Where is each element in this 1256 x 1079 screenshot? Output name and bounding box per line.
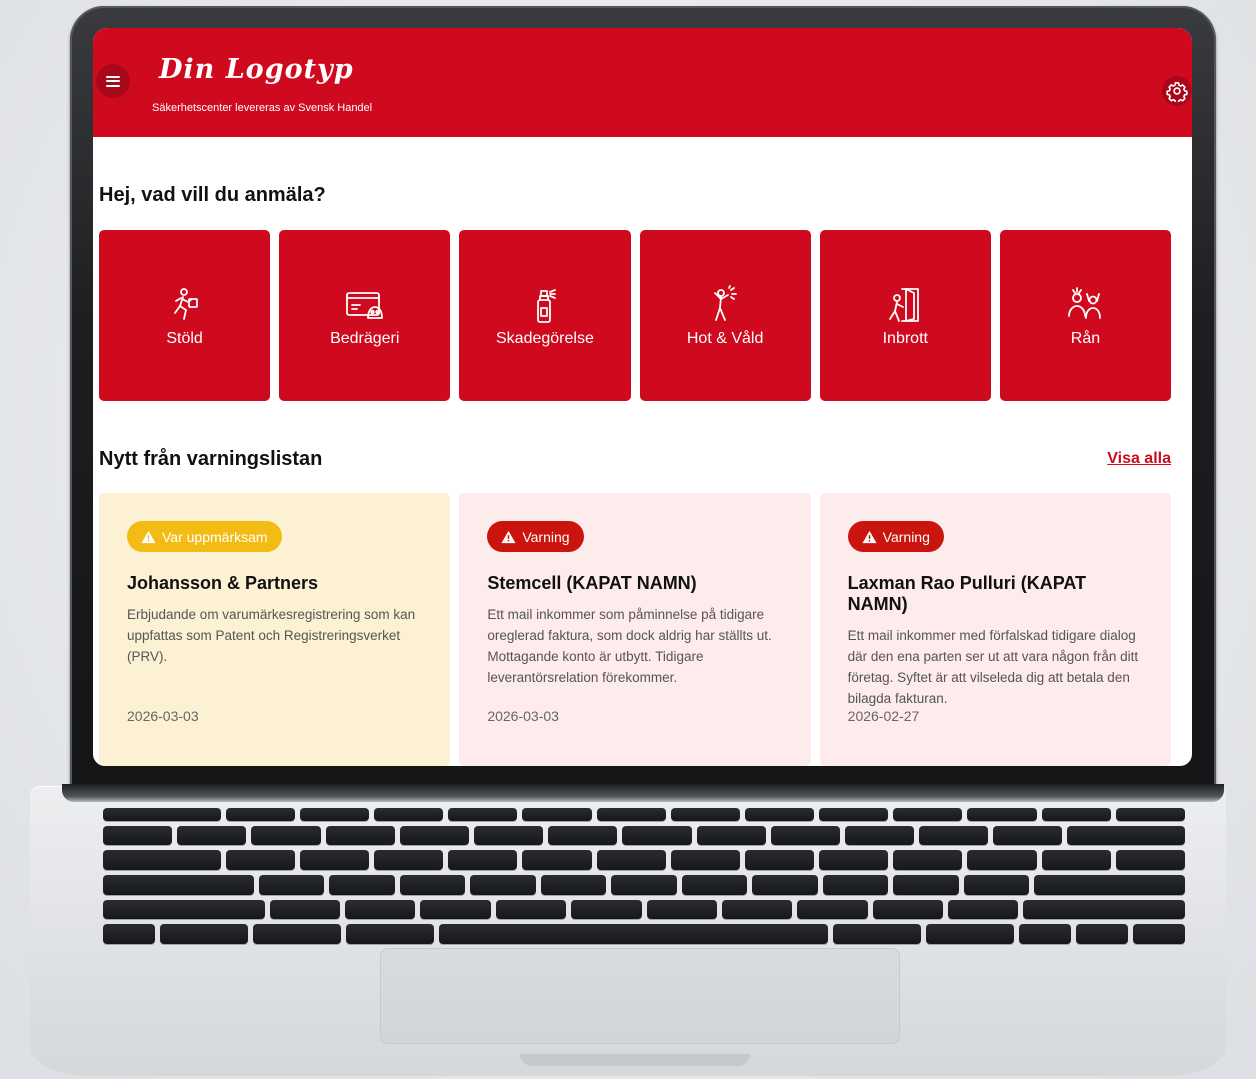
category-bedrageri[interactable]: Bedrägeri xyxy=(279,230,451,401)
warning-text: Ett mail inkommer som påminnelse på tidi… xyxy=(487,607,772,685)
laptop-hinge xyxy=(62,784,1224,802)
spray-can-icon xyxy=(537,288,556,323)
warning-card[interactable]: Varning Stemcell (KAPAT NAMN) Ett mail i… xyxy=(459,493,811,766)
badge-label: Varning xyxy=(522,528,570,545)
category-label: Stöld xyxy=(166,329,203,347)
category-label: Hot & Våld xyxy=(686,329,764,347)
hamburger-icon xyxy=(106,75,120,87)
category-label: Rån xyxy=(1070,329,1101,347)
warning-title: Stemcell (KAPAT NAMN) xyxy=(487,573,697,593)
warning-date: 2026-03-03 xyxy=(127,708,199,724)
warning-icon xyxy=(141,530,156,543)
tagline: Säkerhetscenter levereras av Svensk Hand… xyxy=(152,102,373,114)
card-skull-icon xyxy=(345,291,383,319)
door-break-in-icon xyxy=(889,287,920,322)
category-grid: Stöld Bedrägeri Skadegörelse Hot & Våld … xyxy=(99,230,1172,401)
warning-card[interactable]: Varning Laxman Rao Pulluri (KAPAT NAMN) … xyxy=(819,493,1171,766)
status-badge: Varning xyxy=(487,521,584,552)
category-inbrott[interactable]: Inbrott xyxy=(819,230,991,401)
page-title: Hej, vad vill du anmäla? xyxy=(99,184,326,206)
warning-icon xyxy=(501,530,516,543)
category-label: Inbrott xyxy=(882,329,928,347)
badge-label: Var uppmärksam xyxy=(162,528,268,545)
warning-text: Erbjudande om varumärkesregistrering som… xyxy=(127,607,416,664)
gear-icon xyxy=(1166,82,1188,102)
screen: Din Logotyp Säkerhetscenter levereras av… xyxy=(93,28,1192,766)
menu-button[interactable] xyxy=(96,64,130,98)
badge-label: Varning xyxy=(882,528,930,545)
warnings-section-title: Nytt från varningslistan xyxy=(99,448,323,470)
logo: Din Logotyp xyxy=(159,54,354,85)
category-ran[interactable]: Rån xyxy=(999,230,1172,401)
category-stold[interactable]: Stöld xyxy=(99,230,271,401)
app-header: Din Logotyp Säkerhetscenter levereras av… xyxy=(93,28,1192,137)
running-thief-icon xyxy=(173,287,198,320)
warning-text: Ett mail inkommer med förfalskad tidigar… xyxy=(847,628,1139,706)
warning-title: Laxman Rao Pulluri (KAPAT NAMN) xyxy=(847,573,1087,614)
warning-date: 2026-02-27 xyxy=(847,708,920,724)
violence-icon xyxy=(714,284,737,321)
category-hot-vald[interactable]: Hot & Våld xyxy=(639,230,811,401)
warning-date: 2026-03-03 xyxy=(487,708,559,724)
category-skadegorelse[interactable]: Skadegörelse xyxy=(459,230,631,401)
status-badge: Var uppmärksam xyxy=(127,521,282,552)
see-all-link[interactable]: Visa alla xyxy=(1107,450,1171,468)
keyboard xyxy=(103,808,1186,944)
warning-title: Johansson & Partners xyxy=(127,573,319,593)
category-label: Bedrägeri xyxy=(330,329,400,347)
warning-icon xyxy=(862,530,877,543)
category-label: Skadegörelse xyxy=(496,329,594,347)
warning-cards: Var uppmärksam Johansson & Partners Erbj… xyxy=(99,493,1171,766)
status-badge: Varning xyxy=(847,521,944,552)
laptop-notch xyxy=(520,1054,750,1066)
trackpad xyxy=(380,948,900,1044)
settings-button[interactable] xyxy=(1162,76,1192,106)
warning-card[interactable]: Var uppmärksam Johansson & Partners Erbj… xyxy=(99,493,451,766)
robbery-icon xyxy=(1068,286,1102,319)
